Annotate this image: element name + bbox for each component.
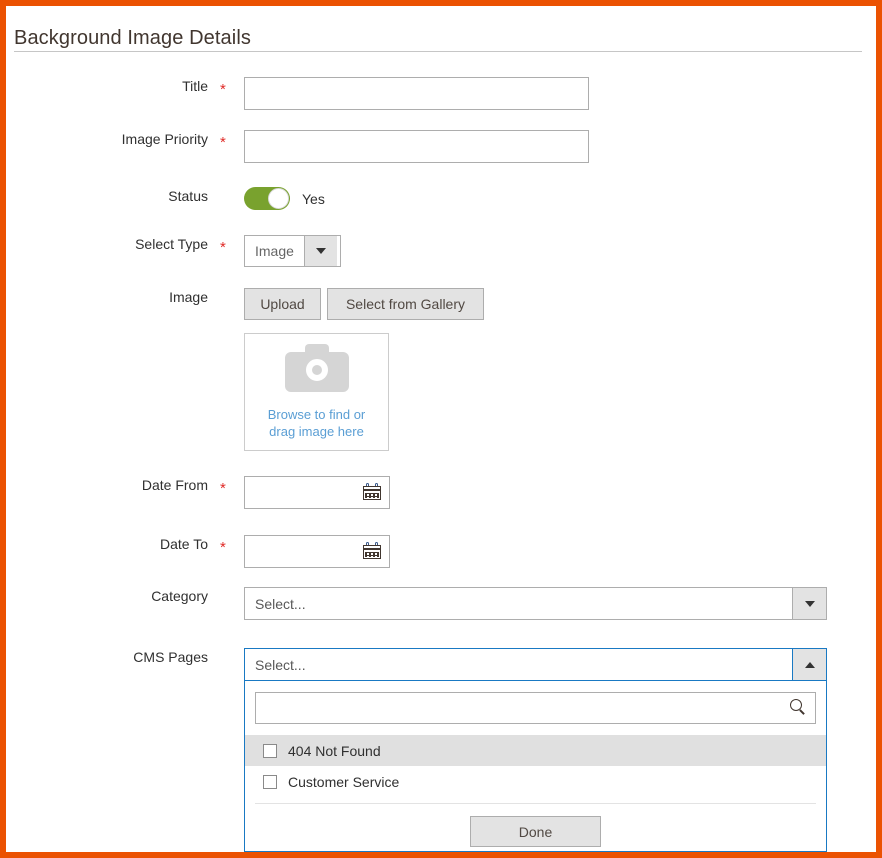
category-value: Select... [245, 588, 792, 619]
date-to-required-asterisk: * [220, 540, 226, 555]
cms-pages-search-input[interactable] [255, 692, 816, 724]
cms-pages-option-list: 404 Not Found Customer Service [245, 735, 826, 797]
image-priority-label: Image Priority [6, 131, 208, 147]
dropzone-hint-line1: Browse to find or [268, 406, 366, 423]
image-priority-required-asterisk: * [220, 135, 226, 150]
done-button-wrap: Done [245, 804, 826, 847]
cms-pages-dropdown[interactable]: Select... [244, 648, 827, 681]
cms-pages-value: Select... [245, 649, 792, 680]
list-item-label: Customer Service [288, 774, 399, 790]
select-type-required-asterisk: * [220, 240, 226, 255]
upload-button[interactable]: Upload [244, 288, 321, 320]
chevron-down-icon[interactable] [304, 236, 337, 266]
dropzone-hint: Browse to find or drag image here [268, 406, 366, 440]
status-label: Status [6, 188, 208, 204]
dropzone-hint-line2: drag image here [268, 423, 366, 440]
image-priority-input[interactable] [244, 130, 589, 163]
chevron-down-icon[interactable] [792, 588, 826, 619]
date-from-required-asterisk: * [220, 481, 226, 496]
category-label: Category [6, 588, 208, 604]
title-input[interactable] [244, 77, 589, 110]
cms-pages-dropdown-panel: 404 Not Found Customer Service Done [244, 681, 827, 852]
status-toggle[interactable] [244, 187, 290, 210]
date-from-label: Date From [6, 477, 208, 493]
form-panel: Background Image Details Title * Image P… [6, 6, 876, 852]
toggle-knob [268, 188, 289, 209]
title-label: Title [6, 78, 208, 94]
title-required-asterisk: * [220, 82, 226, 97]
title-divider [14, 51, 862, 52]
chevron-up-icon[interactable] [792, 649, 826, 680]
orange-highlight-frame: Background Image Details Title * Image P… [0, 0, 882, 858]
checkbox-customer-service[interactable] [263, 775, 277, 789]
category-dropdown[interactable]: Select... [244, 587, 827, 620]
page-title: Background Image Details [14, 27, 251, 50]
select-type-value: Image [245, 236, 304, 266]
select-type-label: Select Type [6, 236, 208, 252]
cms-pages-label: CMS Pages [6, 649, 208, 665]
cms-pages-search [255, 692, 816, 724]
date-to-label: Date To [6, 536, 208, 552]
list-item[interactable]: 404 Not Found [245, 735, 826, 766]
calendar-icon-date-from[interactable] [363, 483, 381, 500]
select-type-dropdown[interactable]: Image [244, 235, 341, 267]
image-label: Image [6, 289, 208, 305]
list-item[interactable]: Customer Service [245, 766, 826, 797]
calendar-icon-date-to[interactable] [363, 542, 381, 559]
checkbox-404-not-found[interactable] [263, 744, 277, 758]
select-from-gallery-button[interactable]: Select from Gallery [327, 288, 484, 320]
status-toggle-value: Yes [302, 191, 325, 207]
camera-icon [285, 344, 349, 392]
done-button[interactable]: Done [470, 816, 601, 847]
image-dropzone[interactable]: Browse to find or drag image here [244, 333, 389, 451]
list-item-label: 404 Not Found [288, 743, 381, 759]
